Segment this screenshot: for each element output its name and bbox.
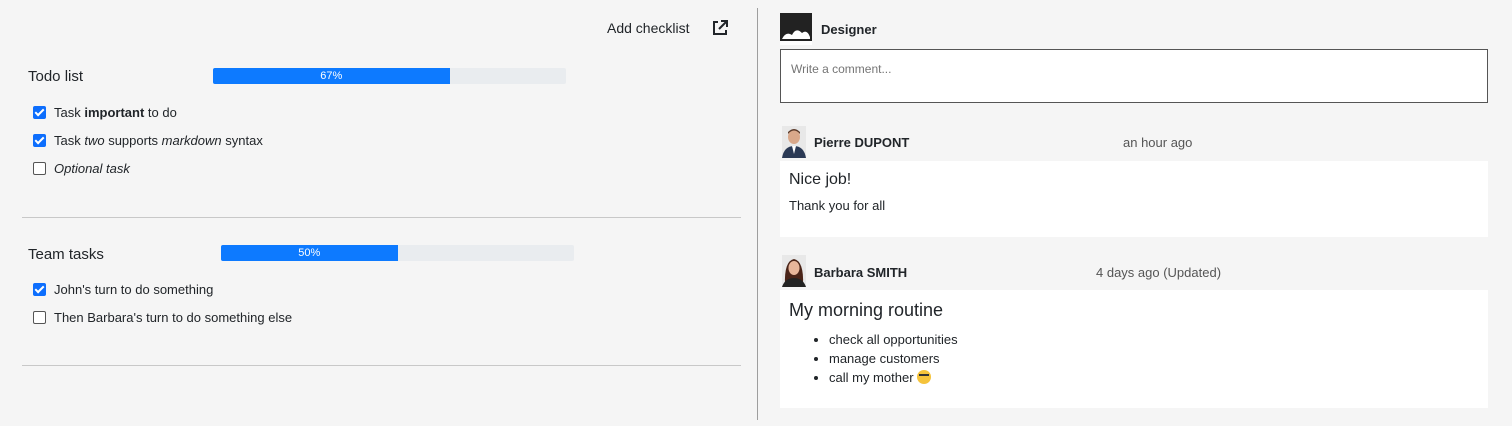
comment-list: check all opportunities manage customers… [829, 330, 958, 387]
task-item: John's turn to do something [33, 282, 213, 297]
task-label: Optional task [54, 161, 130, 176]
comment-card: Nice job! Thank you for all [780, 161, 1488, 237]
task-checkbox[interactable] [33, 283, 46, 296]
task-checkbox[interactable] [33, 106, 46, 119]
progress-bar-team: 50% [221, 245, 398, 261]
comment-time: 4 days ago (Updated) [1096, 265, 1222, 280]
task-label: Then Barbara's turn to do something else [54, 310, 293, 325]
checklists-panel: Add checklist Todo list 67% Task importa… [0, 0, 757, 426]
comment-author: Pierre DUPONT [814, 135, 910, 150]
progress-team: 50% [221, 245, 574, 261]
task-checkbox[interactable] [33, 311, 46, 324]
task-item: Task important to do [33, 105, 177, 120]
comment-author: Barbara SMITH [814, 265, 908, 280]
checklist-title-team: Team tasks [28, 246, 104, 263]
divider [22, 217, 741, 218]
task-checkbox[interactable] [33, 134, 46, 147]
comment-title: My morning routine [789, 300, 944, 320]
comment-body: Thank you for all [789, 198, 886, 213]
add-checklist-button[interactable]: Add checklist [607, 20, 689, 36]
comments-panel: Designer Pierre DUPONT an hour ago Nice … [758, 0, 1512, 426]
list-item: call my mother [829, 368, 958, 387]
task-item: Then Barbara's turn to do something else [33, 310, 292, 325]
task-item: Optional task [33, 161, 130, 176]
list-item: check all opportunities [829, 330, 958, 349]
checklist-title-todo: Todo list [28, 68, 84, 85]
avatar [782, 255, 806, 287]
progress-todo: 67% [213, 68, 566, 84]
comment-title: Nice job! [789, 171, 852, 188]
comment-time: an hour ago [1123, 135, 1193, 150]
task-item: Task two supports markdown syntax [33, 133, 263, 148]
progress-bar-todo: 67% [213, 68, 450, 84]
designer-avatar-icon [780, 13, 812, 45]
comment-input[interactable] [780, 49, 1488, 103]
task-checkbox[interactable] [33, 162, 46, 175]
task-label: Task two supports markdown syntax [54, 133, 263, 148]
sunglasses-emoji-icon [917, 370, 932, 384]
current-user-name: Designer [821, 22, 877, 37]
avatar [782, 126, 806, 158]
comment-card: My morning routine check all opportuniti… [780, 290, 1488, 408]
divider [22, 365, 741, 366]
task-label: John's turn to do something [54, 282, 214, 297]
task-label: Task important to do [54, 105, 177, 120]
list-item: manage customers [829, 349, 958, 368]
external-link-icon[interactable] [711, 19, 729, 37]
